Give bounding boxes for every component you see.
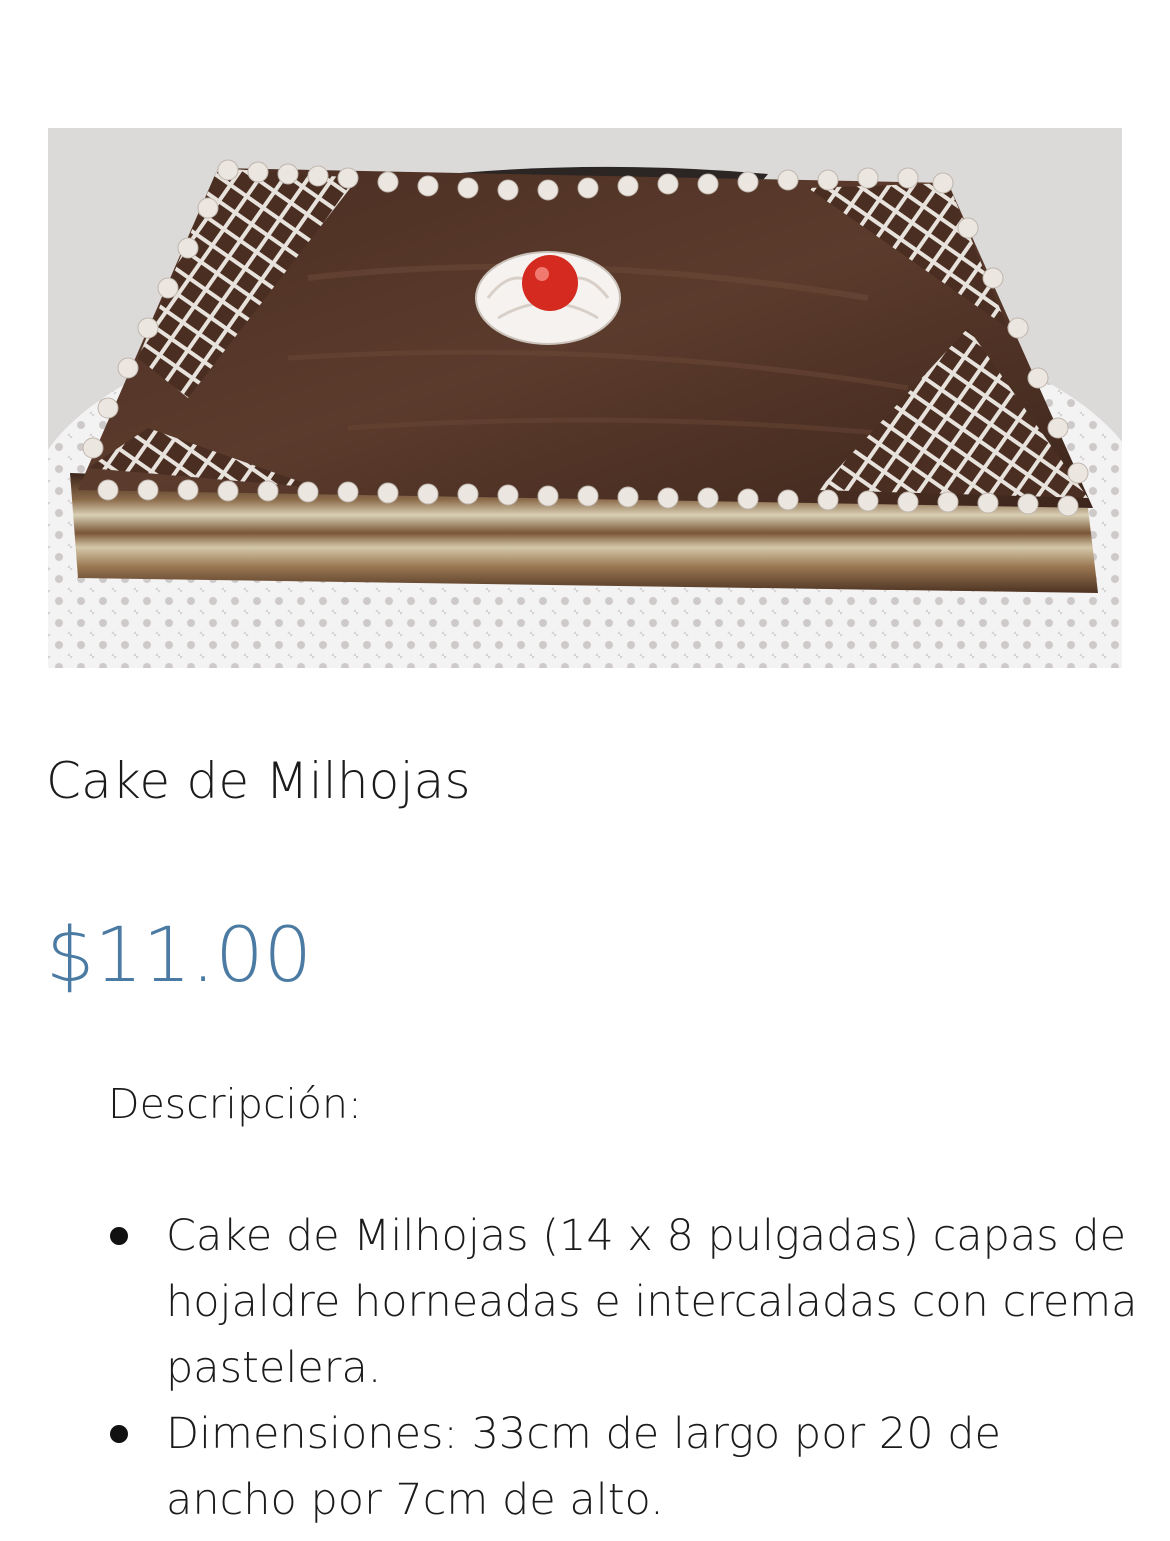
list-item: Cake de Milhojas (14 x 8 pulgadas) capas… [108,1203,1138,1401]
bullet-icon [110,1227,128,1245]
list-item-text: Cake de Milhojas (14 x 8 pulgadas) capas… [166,1211,1138,1393]
bullet-icon [110,1425,128,1443]
product-title: Cake de Milhojas [46,752,471,810]
list-item-text: Dimensiones: 33cm de largo por 20 de anc… [166,1409,1001,1525]
description-list: Cake de Milhojas (14 x 8 pulgadas) capas… [108,1203,1138,1533]
product-price: $11.00 [46,910,312,999]
description-heading: Descripción: [108,1080,362,1128]
product-photo[interactable] [48,128,1122,668]
list-item: Dimensiones: 33cm de largo por 20 de anc… [108,1401,1138,1533]
cake-photo-illustration [48,128,1122,668]
